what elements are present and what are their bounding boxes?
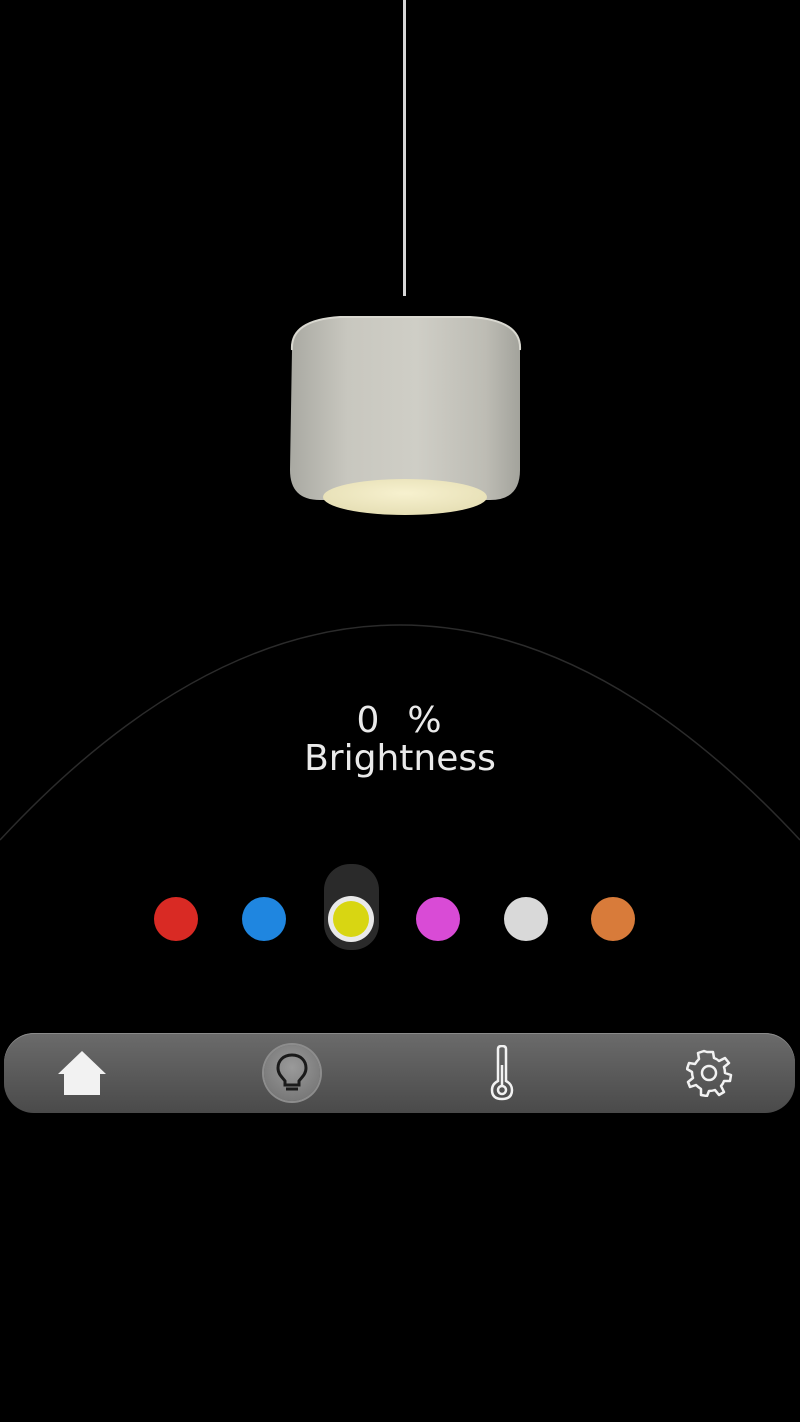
nav-home-button[interactable] [42, 1033, 122, 1113]
lamp-illustration [0, 0, 800, 540]
home-icon [58, 1051, 106, 1095]
gear-icon [686, 1049, 733, 1097]
lamp-shade [290, 316, 522, 515]
lightbulb-icon [276, 1053, 308, 1091]
brightness-unit: % [407, 700, 444, 741]
lamp-cord [403, 0, 406, 296]
brightness-readout: 0% [0, 700, 800, 741]
bottom-nav-bar [4, 1033, 795, 1113]
active-indicator [264, 1045, 320, 1101]
color-swatch-magenta[interactable] [416, 897, 460, 941]
color-swatch-blue[interactable] [242, 897, 286, 941]
nav-settings-button[interactable] [670, 1033, 750, 1113]
color-swatch-yellow[interactable] [333, 901, 369, 937]
nav-light-button[interactable] [252, 1033, 332, 1113]
color-swatch-red[interactable] [154, 897, 198, 941]
color-swatch-white[interactable] [504, 897, 548, 941]
brightness-value: 0 [356, 700, 382, 741]
brightness-label: Brightness [304, 738, 496, 779]
color-swatch-orange[interactable] [591, 897, 635, 941]
thermometer-icon [490, 1045, 514, 1101]
nav-temperature-button[interactable] [462, 1033, 542, 1113]
